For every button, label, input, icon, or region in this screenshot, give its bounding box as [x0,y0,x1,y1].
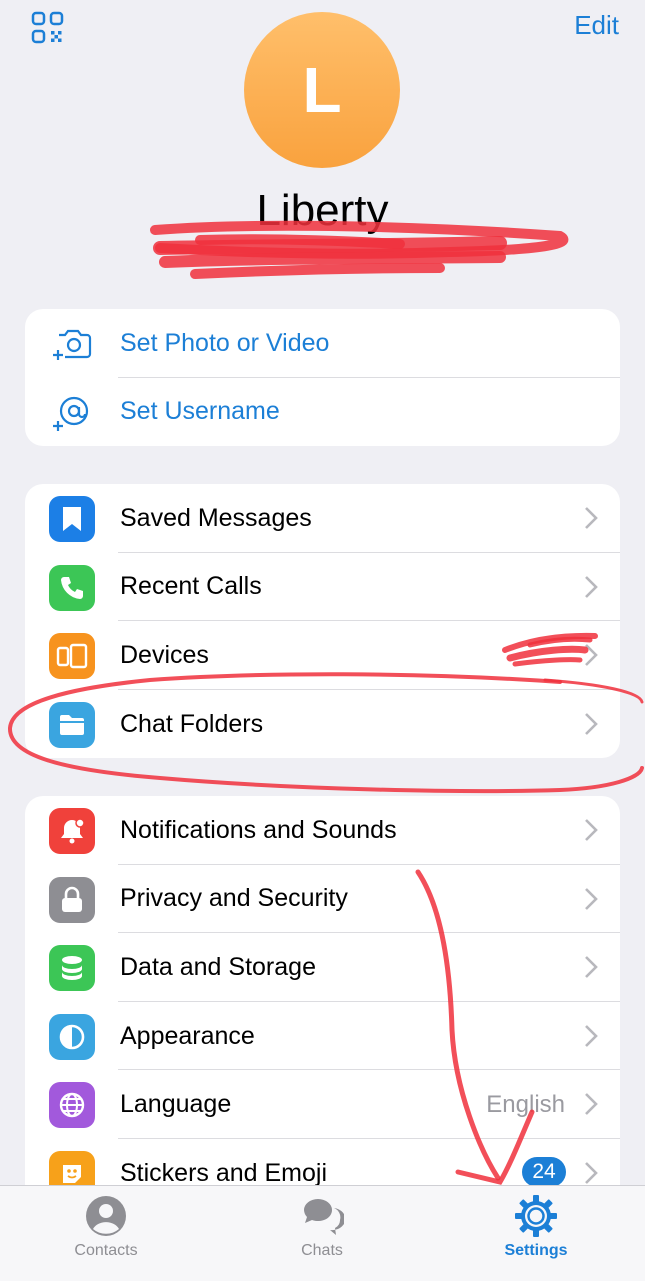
avatar[interactable]: L [244,12,400,168]
chevron-right-icon [585,887,598,910]
tab-contacts-label: Contacts [74,1242,138,1259]
privacy-item[interactable]: Privacy and Security [25,865,620,934]
devices-label: Devices [120,640,209,669]
at-add-icon [49,390,95,436]
set-username-label: Set Username [120,397,280,426]
data-storage-item[interactable]: Data and Storage [25,933,620,1002]
qr-code-icon[interactable] [28,8,68,48]
language-item[interactable]: Language English [25,1070,620,1139]
chevron-right-icon [585,819,598,841]
notifications-item[interactable]: Notifications and Sounds [25,796,620,865]
tab-settings[interactable]: Settings [456,1186,616,1281]
saved-messages-label: Saved Messages [120,503,312,532]
profile-name: Liberty [256,186,389,235]
recent-calls-item[interactable]: Recent Calls [25,553,620,622]
devices-item[interactable]: Devices [25,621,620,690]
stickers-count-badge: 24 [522,1156,566,1187]
account-actions-card: Set Photo or Video Set Username [25,309,620,447]
notifications-label: Notifications and Sounds [120,815,397,844]
chevron-right-icon [585,712,598,735]
chevron-right-icon [585,1162,598,1184]
chevron-right-icon [585,956,598,979]
chevron-right-icon [585,1093,598,1116]
privacy-label: Privacy and Security [120,884,348,913]
chevron-right-icon [585,1024,598,1047]
avatar-initial: L [302,54,342,126]
database-icon [49,945,95,992]
tab-settings-label: Settings [504,1242,568,1259]
chevron-right-icon [585,507,598,529]
language-label: Language [120,1090,232,1119]
camera-add-icon [49,321,95,367]
bookmark-icon [49,496,95,542]
settings-group-2: Notifications and Sounds Privacy and Sec… [25,796,620,1208]
chat-folders-label: Chat Folders [120,709,264,738]
data-storage-label: Data and Storage [120,952,316,981]
tab-chats[interactable]: Chats [242,1186,402,1281]
tab-chats-label: Chats [301,1242,343,1259]
lock-icon [49,876,95,923]
appearance-icon [49,1013,95,1060]
chat-bubbles-icon [304,1199,344,1235]
tab-bar: Contacts Chats Settings [0,1185,645,1281]
bell-icon [49,808,95,854]
folder-icon [49,701,95,748]
edit-button[interactable]: Edit [574,10,619,41]
phone-icon [49,564,95,611]
set-photo-button[interactable]: Set Photo or Video [25,309,620,378]
appearance-item[interactable]: Appearance [25,1002,620,1071]
appearance-label: Appearance [120,1021,255,1050]
set-photo-label: Set Photo or Video [120,328,330,357]
chevron-right-icon [585,575,598,598]
chat-folders-item[interactable]: Chat Folders [25,690,620,759]
saved-messages-item[interactable]: Saved Messages [25,484,620,553]
globe-icon [49,1082,95,1129]
tab-contacts[interactable]: Contacts [26,1186,186,1281]
person-icon [86,1196,126,1236]
stickers-label: Stickers and Emoji [120,1158,328,1187]
recent-calls-label: Recent Calls [120,572,262,601]
devices-icon [49,633,95,680]
gear-icon [515,1195,557,1237]
chevron-right-icon [585,644,598,667]
settings-group-1: Saved Messages Recent Calls Devices Chat… [25,484,620,759]
language-value: English [486,1090,565,1118]
set-username-button[interactable]: Set Username [25,378,620,447]
